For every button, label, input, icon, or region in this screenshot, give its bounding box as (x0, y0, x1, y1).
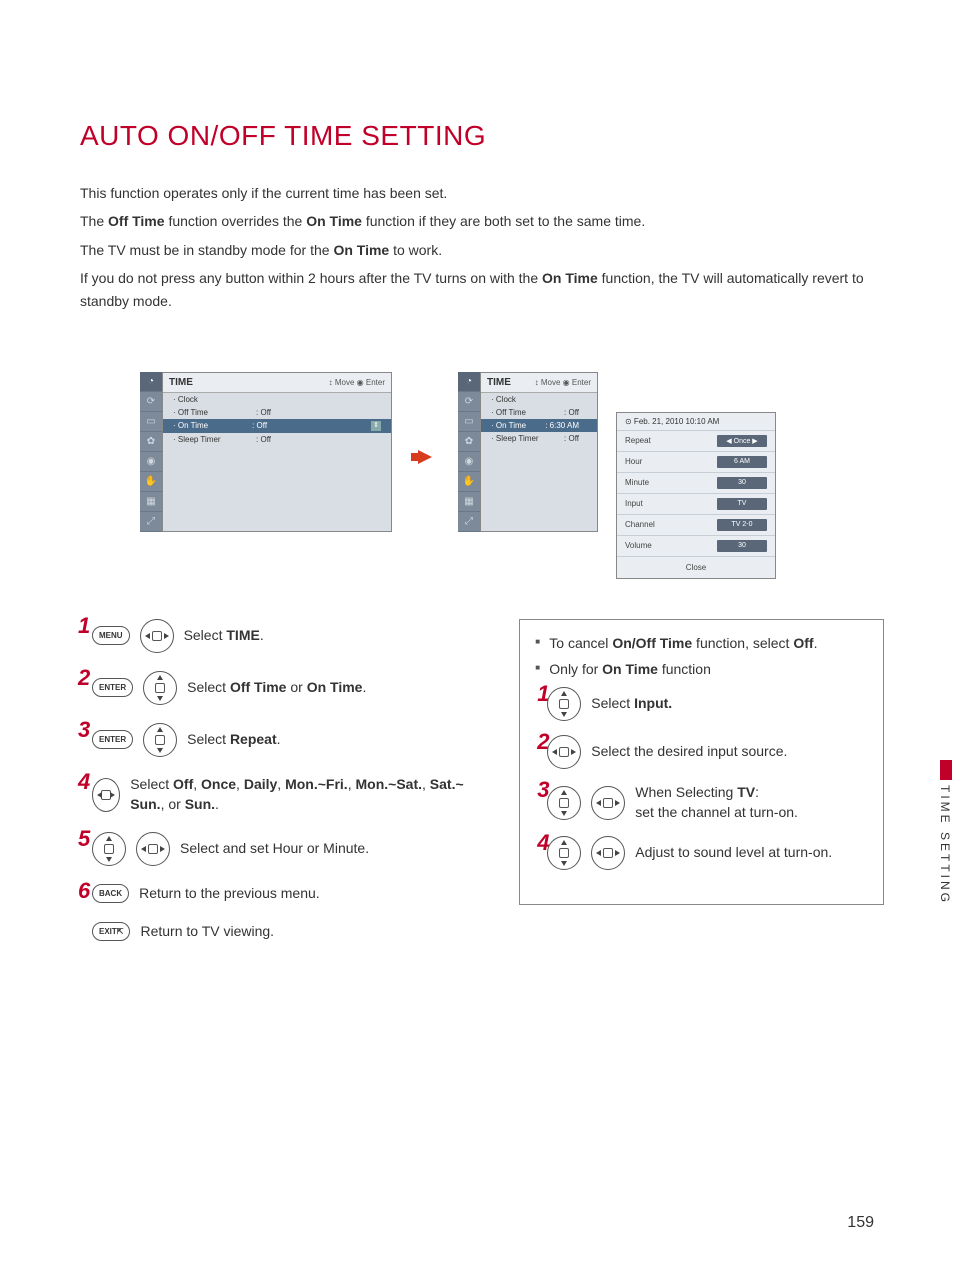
dpad-ud-icon (143, 671, 177, 705)
step5-text: Select and set Hour or Minute. (180, 839, 369, 859)
nav-icon: ⤢ (458, 512, 480, 532)
nav-icon: ▦ (458, 492, 480, 512)
spinner-icon: ⇕ (371, 421, 381, 431)
dpad-ud-icon (92, 832, 126, 866)
channel-value: TV 2-0 (717, 519, 767, 531)
osd-item-ontime: On Time (173, 421, 208, 430)
notes-box: To cancel On/Off Time function, select O… (519, 619, 884, 905)
arrow-right-icon (410, 442, 440, 472)
osd-sidebar: ◔ ⟳ ▭ ✿ ◉ ✋ ▦ ⤢ (140, 372, 162, 532)
note-r2: Select the desired input source. (591, 742, 787, 762)
enter-button: ENTER (92, 730, 133, 749)
gear-icon: ✿ (458, 432, 480, 452)
gear-icon: ✿ (140, 432, 162, 452)
osd-title: TIME (487, 377, 511, 388)
osd-right: ◔ ⟳ ▭ ✿ ◉ ✋ ▦ ⤢ TIME ↕ Move ◉ Enter Cloc… (458, 372, 598, 532)
step6-text: Return to the previous menu. (139, 884, 320, 904)
step-number: 5 (78, 826, 90, 852)
osd-detail-panel: ⊙ Feb. 21, 2010 10:10 AM Repeat◀ Once ▶ … (616, 412, 776, 579)
osd-nav-hint: ↕ Move ◉ Enter (535, 378, 591, 387)
page-title: AUTO ON/OFF TIME SETTING (80, 120, 884, 152)
dpad-lr-icon (140, 619, 174, 653)
nav-icon: ▭ (458, 412, 480, 432)
clock-icon: ◔ (458, 372, 480, 392)
step7-text: Return to TV viewing. (140, 922, 274, 942)
enter-button: ENTER (92, 678, 133, 697)
intro-line1: This function operates only if the curre… (80, 185, 447, 201)
clock-icon: ◔ (140, 372, 162, 392)
nav-icon: ✋ (140, 472, 162, 492)
nav-icon: ▦ (140, 492, 162, 512)
nav-icon: ◉ (458, 452, 480, 472)
dpad-ud-icon (547, 836, 581, 870)
repeat-value: ◀ Once ▶ (717, 435, 767, 447)
nav-icon: ✋ (458, 472, 480, 492)
nav-icon: ▭ (140, 412, 162, 432)
steps-left: 1 MENU Select TIME. 2 ENTER Select Off T… (80, 619, 479, 959)
osd-sidebar: ◔ ⟳ ▭ ✿ ◉ ✋ ▦ ⤢ (458, 372, 480, 532)
osd-item-offtime: Off Time (173, 408, 208, 417)
dpad-lr-icon (591, 836, 625, 870)
dpad-lr-icon (92, 778, 120, 812)
osd-title: TIME (169, 377, 193, 388)
exit-button: EXIT⇱ (92, 922, 130, 941)
dpad-ud-icon (547, 786, 581, 820)
step-number: 2 (78, 665, 90, 691)
hour-value: 6 AM (717, 456, 767, 468)
step-number: 1 (78, 613, 90, 639)
section-tab: TIME SETTING (936, 780, 954, 910)
dpad-lr-icon (591, 786, 625, 820)
note-r4: Adjust to sound level at turn-on. (635, 843, 832, 863)
back-button: BACK (92, 884, 129, 903)
nav-icon: ⟳ (140, 392, 162, 412)
osd-nav-hint: ↕ Move ◉ Enter (329, 378, 385, 387)
menu-button: MENU (92, 626, 130, 645)
minute-value: 30 (717, 477, 767, 489)
osd-item-sleep: Sleep Timer (173, 435, 221, 444)
dpad-ud-icon (143, 723, 177, 757)
nav-icon: ◉ (140, 452, 162, 472)
dpad-lr-icon (136, 832, 170, 866)
step-number: 6 (78, 878, 90, 904)
step-number: 3 (78, 717, 90, 743)
osd-screenshots: ◔ ⟳ ▭ ✿ ◉ ✋ ▦ ⤢ TIME ↕ Move ◉ Enter Cloc… (80, 372, 884, 579)
nav-icon: ⟳ (458, 392, 480, 412)
volume-value: 30 (717, 540, 767, 552)
intro-block: This function operates only if the curre… (80, 182, 884, 312)
input-value: TV (717, 498, 767, 510)
osd-date-header: ⊙ Feb. 21, 2010 10:10 AM (617, 413, 775, 430)
nav-icon: ⤢ (140, 512, 162, 532)
dpad-lr-icon (547, 735, 581, 769)
page-number: 159 (847, 1214, 874, 1232)
step-number: 4 (78, 769, 90, 795)
osd-left: ◔ ⟳ ▭ ✿ ◉ ✋ ▦ ⤢ TIME ↕ Move ◉ Enter Cloc… (140, 372, 392, 532)
osd-item-clock: Clock (173, 395, 198, 404)
dpad-ud-icon (547, 687, 581, 721)
close-button: Close (617, 556, 775, 578)
